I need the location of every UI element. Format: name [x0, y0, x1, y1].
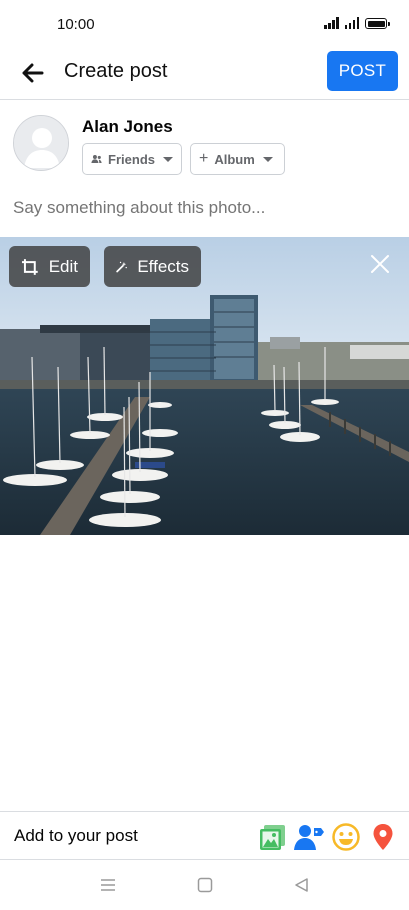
- chevron-down-icon: [163, 156, 173, 162]
- close-icon: [371, 255, 389, 273]
- app-header: Create post POST: [0, 48, 409, 100]
- magic-wand-icon: [116, 261, 127, 272]
- location-icon[interactable]: [368, 822, 398, 852]
- edit-photo-button[interactable]: Edit: [9, 246, 90, 287]
- tag-people-icon[interactable]: [294, 822, 324, 852]
- remove-photo-button[interactable]: [368, 252, 392, 276]
- home-icon[interactable]: [195, 875, 215, 895]
- add-to-post-bar[interactable]: Add to your post: [0, 811, 409, 860]
- effects-button[interactable]: Effects: [104, 246, 201, 287]
- menu-icon[interactable]: [98, 875, 118, 895]
- audience-selector[interactable]: Friends: [82, 143, 182, 175]
- friends-icon: [91, 155, 102, 163]
- attached-photo: Edit Effects: [0, 237, 409, 535]
- status-icons: [324, 17, 390, 29]
- album-label: Album: [214, 151, 255, 167]
- signal-icon-2: [344, 17, 359, 29]
- caption-input[interactable]: [13, 198, 393, 218]
- feeling-icon[interactable]: [331, 822, 361, 852]
- post-button[interactable]: POST: [327, 51, 398, 91]
- effects-label: Effects: [137, 256, 189, 276]
- avatar: [13, 115, 69, 171]
- signal-icon: [324, 17, 339, 29]
- chevron-down-icon: [262, 156, 273, 162]
- crop-icon: [21, 258, 38, 275]
- album-selector[interactable]: + Album: [190, 143, 285, 175]
- edit-label: Edit: [48, 256, 78, 276]
- status-bar: 10:00: [0, 0, 409, 48]
- system-nav-bar: [0, 860, 409, 910]
- page-title: Create post: [64, 60, 168, 82]
- status-time: 10:00: [57, 16, 95, 33]
- plus-icon: +: [199, 150, 209, 167]
- audience-label: Friends: [108, 151, 155, 167]
- battery-icon: [365, 18, 390, 29]
- back-button[interactable]: [18, 58, 48, 88]
- photo-icon[interactable]: [258, 822, 288, 852]
- back-triangle-icon[interactable]: [292, 875, 312, 895]
- default-avatar-icon: [14, 116, 68, 170]
- user-name: Alan Jones: [82, 117, 173, 136]
- add-to-post-label: Add to your post: [14, 826, 138, 845]
- back-arrow-icon: [22, 63, 44, 83]
